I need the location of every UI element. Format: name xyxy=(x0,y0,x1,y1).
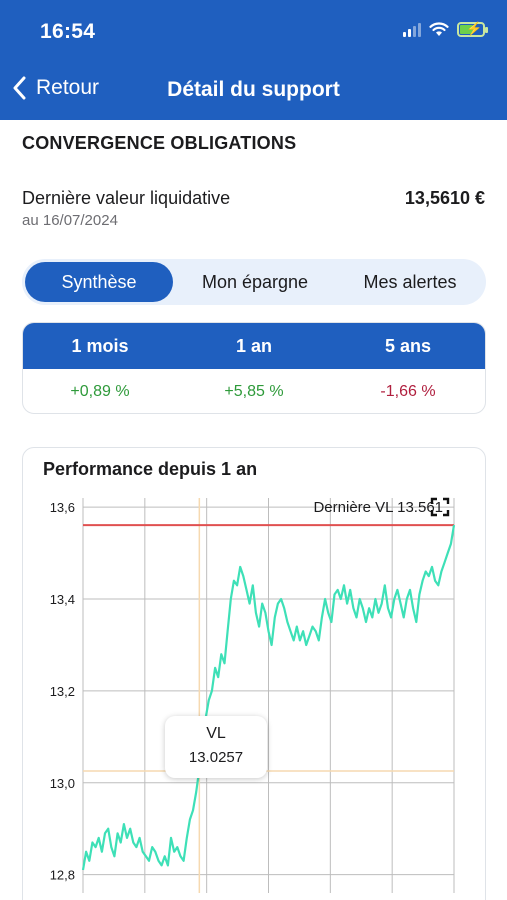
performance-chart-card: Performance depuis 1 an 13,6 13,4 13,2 13,0… xyxy=(22,447,486,900)
tooltip-label: VL xyxy=(206,725,226,742)
performance-table: 1 mois 1 an 5 ans +0,89 % +5,85 % -1,66 … xyxy=(22,322,486,414)
tab-bar: Synthèse Mon épargne Mes alertes xyxy=(22,259,486,305)
page-title-text: Détail du support xyxy=(167,78,340,101)
performance-chart[interactable]: 13,6 13,4 13,2 13,0 12,8 Dernière VL 13.561 xyxy=(23,448,486,900)
tooltip-value: 13.0257 xyxy=(188,749,244,766)
fund-name: CONVERGENCE OBLIGATIONS xyxy=(22,133,297,153)
battery-icon: ⚡ xyxy=(457,21,488,37)
y-tick-label: 13,6 xyxy=(50,500,75,515)
perf-header-5-ans: 5 ans xyxy=(384,336,432,356)
y-tick-label: 12,8 xyxy=(50,868,75,883)
status-time: 16:54 xyxy=(40,20,96,43)
perf-value-5-ans: -1,66 % xyxy=(380,383,436,400)
tab-mes-alertes[interactable]: Mes alertes xyxy=(337,262,483,302)
vl-value: 13,5610 € xyxy=(404,188,485,208)
wifi-icon xyxy=(429,22,449,36)
perf-header-1-an: 1 an xyxy=(235,336,273,356)
performance-values-row: +0,89 % +5,85 % -1,66 % xyxy=(23,369,485,413)
tab-synthese[interactable]: Synthèse xyxy=(25,262,173,302)
perf-value-1-an: +5,85 % xyxy=(224,383,284,400)
perf-value-1-mois: +0,89 % xyxy=(70,383,130,400)
expand-icon[interactable] xyxy=(430,497,450,517)
top-bar: 16:54 ⚡ Retour Détail du support xyxy=(0,0,507,120)
perf-header-1-mois: 1 mois xyxy=(71,336,129,356)
performance-header-row: 1 mois 1 an 5 ans xyxy=(23,323,485,369)
tab-mon-epargne[interactable]: Mon épargne xyxy=(173,262,337,302)
y-tick-label: 13,0 xyxy=(50,776,75,791)
page-title: Détail du support xyxy=(0,78,507,102)
vl-label: Dernière valeur liquidative xyxy=(22,188,231,208)
y-tick-label: 13,4 xyxy=(50,592,75,607)
signal-icon xyxy=(403,22,421,37)
last-vl-label: Dernière VL 13.561 xyxy=(313,499,443,516)
vl-date: au 16/07/2024 xyxy=(22,212,118,229)
chart-tooltip: VL 13.0257 xyxy=(165,716,267,778)
status-icons: ⚡ xyxy=(403,21,488,37)
y-tick-label: 13,2 xyxy=(50,684,75,699)
